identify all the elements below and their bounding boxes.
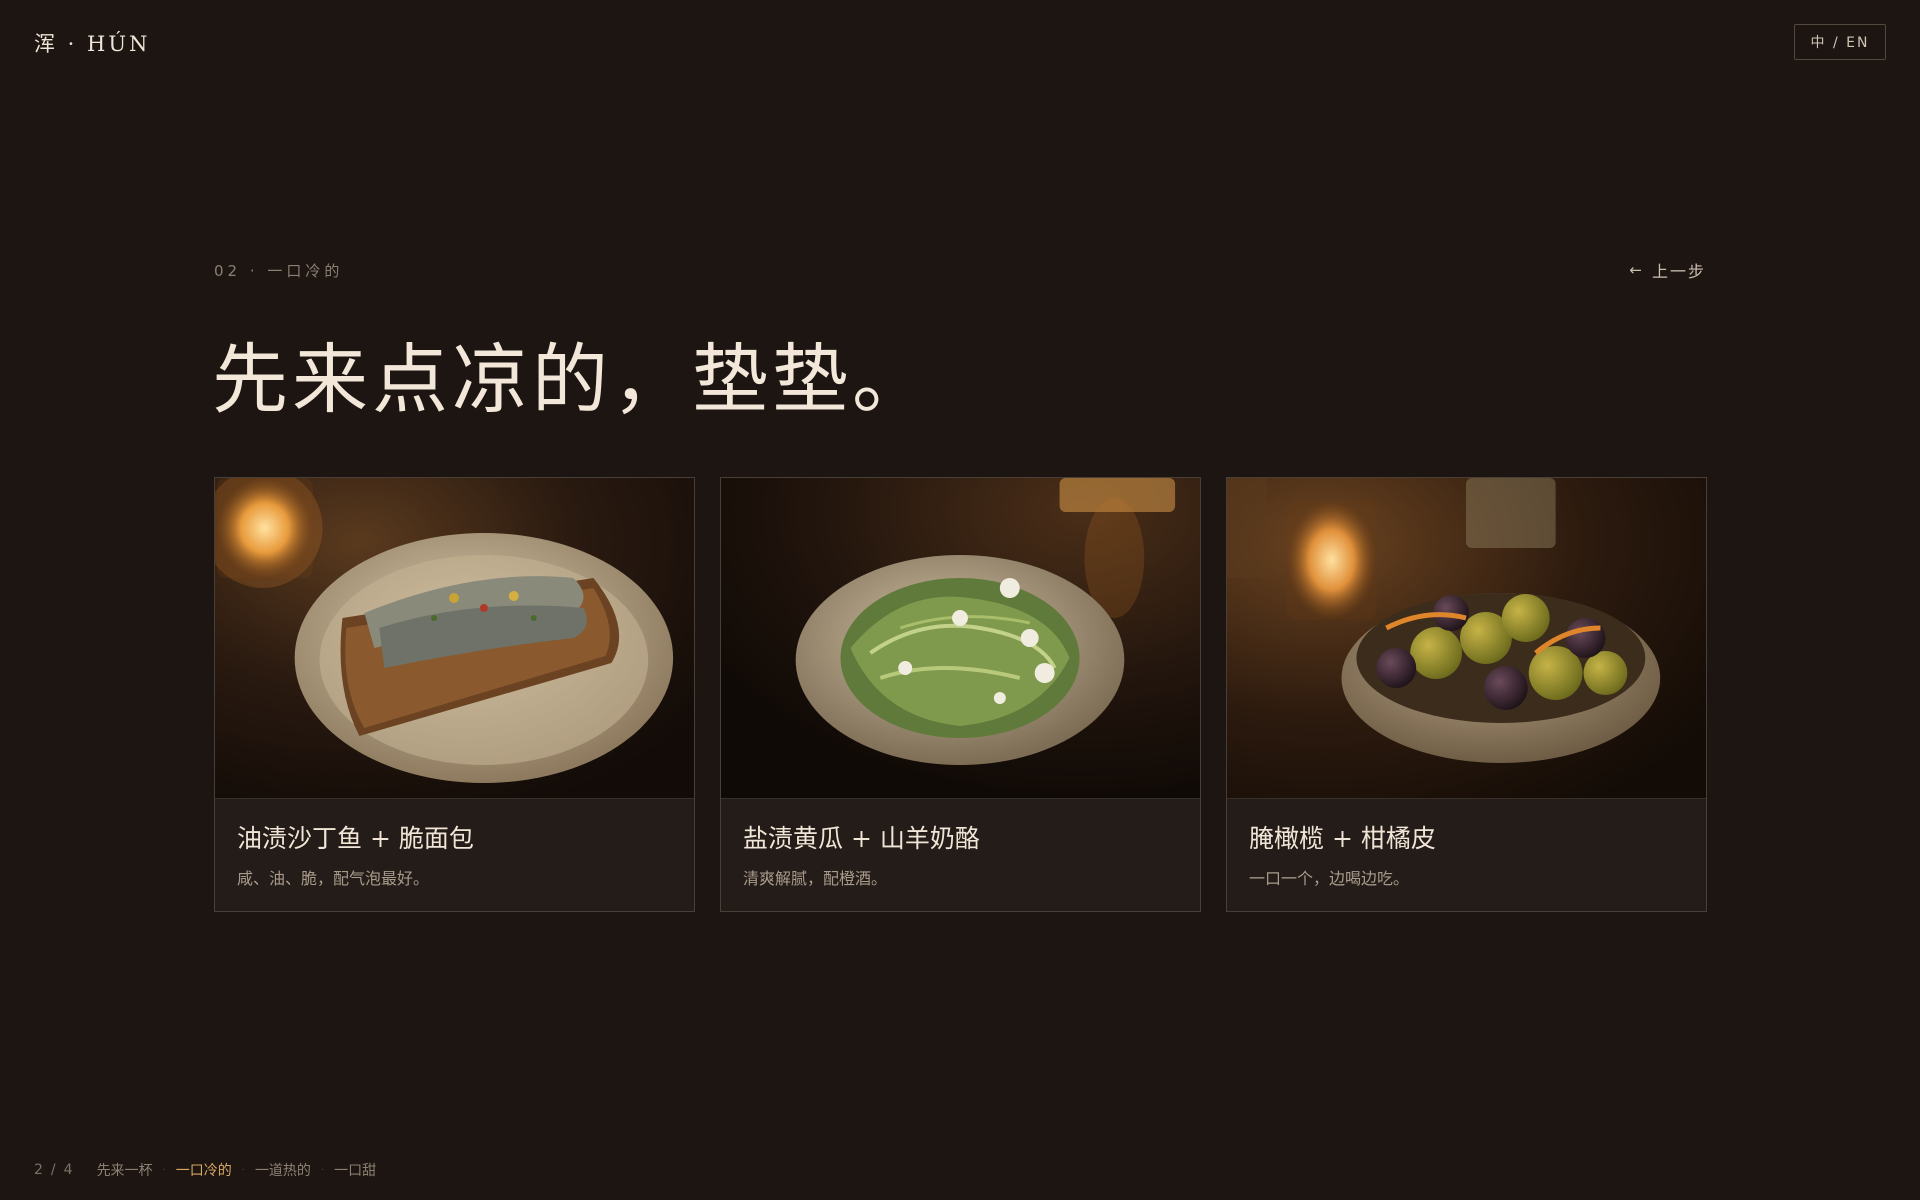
progress-item-1[interactable]: 先来一杯 — [97, 1160, 153, 1180]
marinated-olives-photo — [1227, 478, 1706, 799]
back-button[interactable]: ← 上一步 — [1629, 258, 1706, 282]
cucumber-goat-cheese-photo — [721, 478, 1200, 799]
card-title: 油渍沙丁鱼 + 脆面包 — [237, 824, 474, 853]
progress-dot: · — [162, 1164, 166, 1176]
card-title: 腌橄榄 + 柑橘皮 — [1249, 824, 1436, 853]
progress-total: 4 — [63, 1162, 81, 1178]
progress-item-2[interactable]: 一口冷的 — [176, 1160, 232, 1180]
progress-current: 2 — [34, 1162, 51, 1178]
page-title: 先来点凉的，垫垫。 — [212, 335, 932, 424]
sardine-toast-photo — [215, 478, 694, 799]
progress-dot: · — [320, 1164, 325, 1176]
menu-card-list: 油渍沙丁鱼 + 脆面包 咸、油、脆，配气泡最好。 盐渍黄瓜 + 山羊奶酪 清爽解… — [214, 477, 1707, 912]
progress-item-4[interactable]: 一口甜 — [334, 1160, 376, 1180]
back-button-label: 上一步 — [1651, 262, 1706, 281]
progress-counter: 2/4 — [34, 1162, 81, 1178]
arrow-left-icon: ← — [1629, 261, 1644, 279]
brand-logo: 浑 · HÚN — [34, 32, 151, 56]
progress-item-3[interactable]: 一道热的 — [255, 1160, 311, 1180]
menu-card-cucumber[interactable]: 盐渍黄瓜 + 山羊奶酪 清爽解腻，配橙酒。 — [720, 477, 1201, 912]
card-description: 咸、油、脆，配气泡最好。 — [237, 869, 430, 888]
step-label: 02 · 一口冷的 — [214, 261, 344, 280]
menu-card-sardine[interactable]: 油渍沙丁鱼 + 脆面包 咸、油、脆，配气泡最好。 — [214, 477, 695, 912]
progress-separator: / — [50, 1162, 64, 1178]
section-header: 02 · 一口冷的 ← 上一步 — [214, 258, 1706, 282]
progress-nav: 2/4 先来一杯 · 一口冷的 · 一道热的 · 一口甜 — [34, 1160, 376, 1180]
card-description: 一口一个，边喝边吃。 — [1249, 869, 1410, 888]
language-toggle-button[interactable]: 中 / EN — [1794, 24, 1886, 60]
card-description: 清爽解腻，配橙酒。 — [743, 869, 888, 888]
card-title: 盐渍黄瓜 + 山羊奶酪 — [743, 824, 980, 853]
menu-card-olives[interactable]: 腌橄榄 + 柑橘皮 一口一个，边喝边吃。 — [1226, 477, 1707, 912]
progress-dot: · — [241, 1164, 245, 1176]
